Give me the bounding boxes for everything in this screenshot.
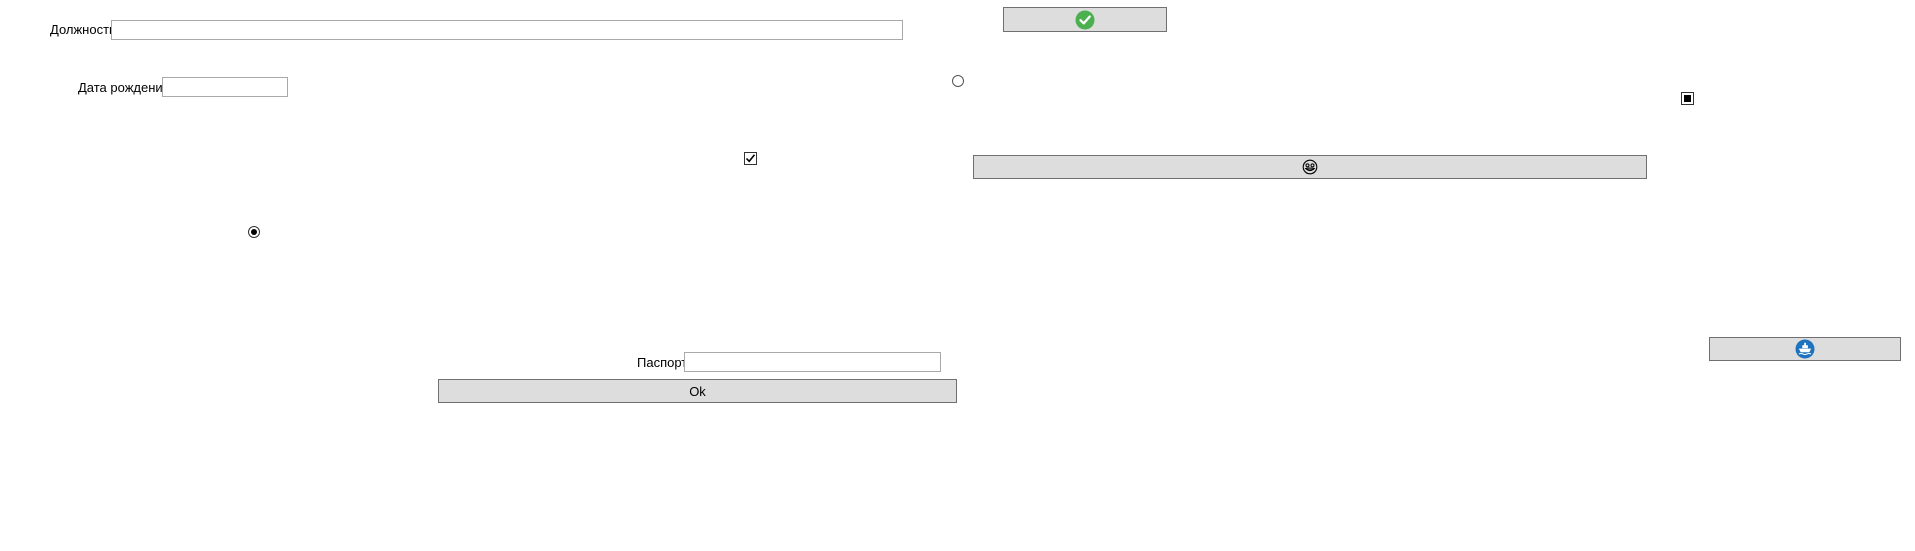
smiley-face-icon <box>1302 159 1318 175</box>
checkbox-indeterminate[interactable] <box>1681 92 1694 105</box>
ok-button[interactable]: Ok <box>438 379 957 403</box>
passport-input[interactable] <box>684 352 941 372</box>
ship-icon <box>1795 339 1815 359</box>
ship-button[interactable] <box>1709 337 1901 361</box>
checkbox-checked[interactable] <box>744 152 757 165</box>
birthdate-label: Дата рождения <box>78 80 170 95</box>
position-label: Должность <box>50 22 116 37</box>
face-button[interactable] <box>973 155 1647 179</box>
radio-dot <box>251 229 257 235</box>
radio-button-checked[interactable] <box>248 226 260 238</box>
radio-button-unchecked[interactable] <box>952 75 964 87</box>
checkbox-fill <box>1684 95 1691 102</box>
confirm-button[interactable] <box>1003 7 1167 32</box>
checkmark-icon <box>745 154 756 163</box>
check-circle-icon <box>1075 10 1095 29</box>
passport-label: Паспорт <box>637 355 688 370</box>
position-input[interactable] <box>111 20 903 40</box>
ok-button-label: Ok <box>689 383 706 399</box>
birthdate-input[interactable] <box>162 77 288 97</box>
